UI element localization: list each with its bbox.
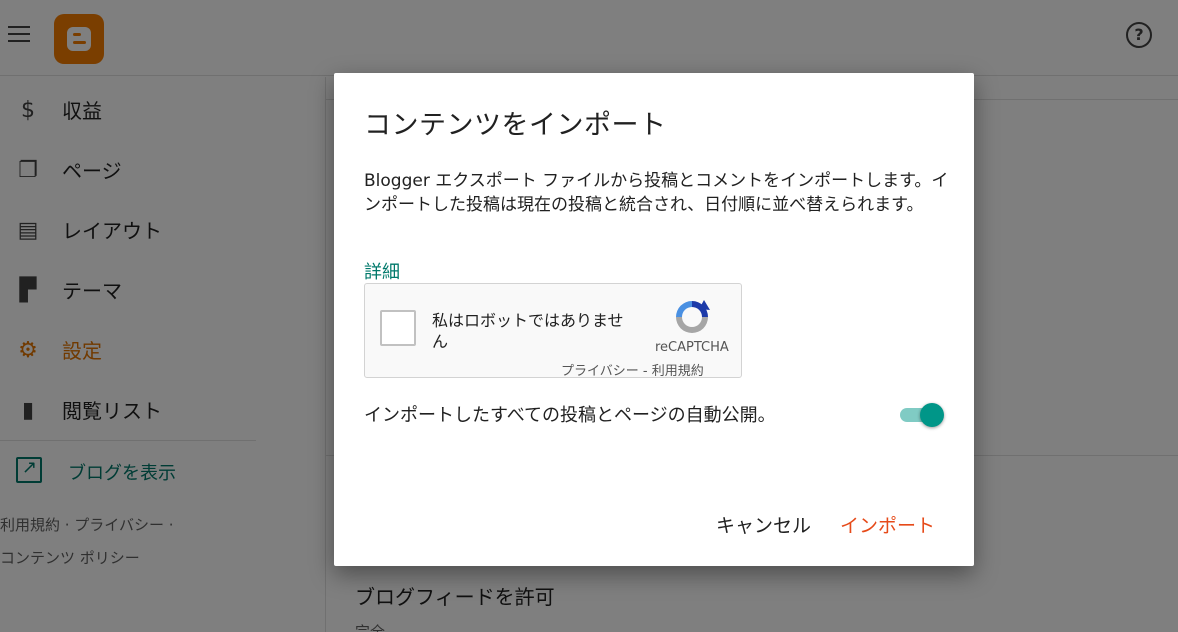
learn-more-link[interactable]: 詳細 [364, 258, 400, 284]
auto-publish-toggle[interactable] [898, 403, 946, 427]
recaptcha-label: 私はロボットではありません [432, 311, 624, 351]
cancel-button[interactable]: キャンセル [716, 511, 811, 538]
recaptcha-widget: 私はロボットではありません reCAPTCHA プライバシー - 利用規約 [364, 283, 742, 379]
recaptcha-brand: reCAPTCHA [655, 340, 729, 355]
toggle-thumb [920, 403, 944, 427]
recaptcha-terms-link[interactable]: プライバシー - 利用規約 [561, 360, 704, 379]
import-content-dialog: コンテンツをインポート Blogger エクスポート ファイルから投稿とコメント… [334, 73, 974, 566]
auto-publish-row: インポートしたすべての投稿とページの自動公開。 [364, 401, 949, 429]
dialog-description: Blogger エクスポート ファイルから投稿とコメントをインポートします。イン… [364, 171, 949, 215]
recaptcha-logo-icon [676, 300, 710, 333]
auto-publish-label: インポートしたすべての投稿とページの自動公開。 [364, 405, 776, 426]
dialog-title: コンテンツをインポート [364, 110, 667, 141]
dialog-actions: キャンセル インポート [334, 507, 974, 543]
recaptcha-checkbox[interactable] [380, 310, 416, 346]
import-button[interactable]: インポート [840, 511, 935, 538]
